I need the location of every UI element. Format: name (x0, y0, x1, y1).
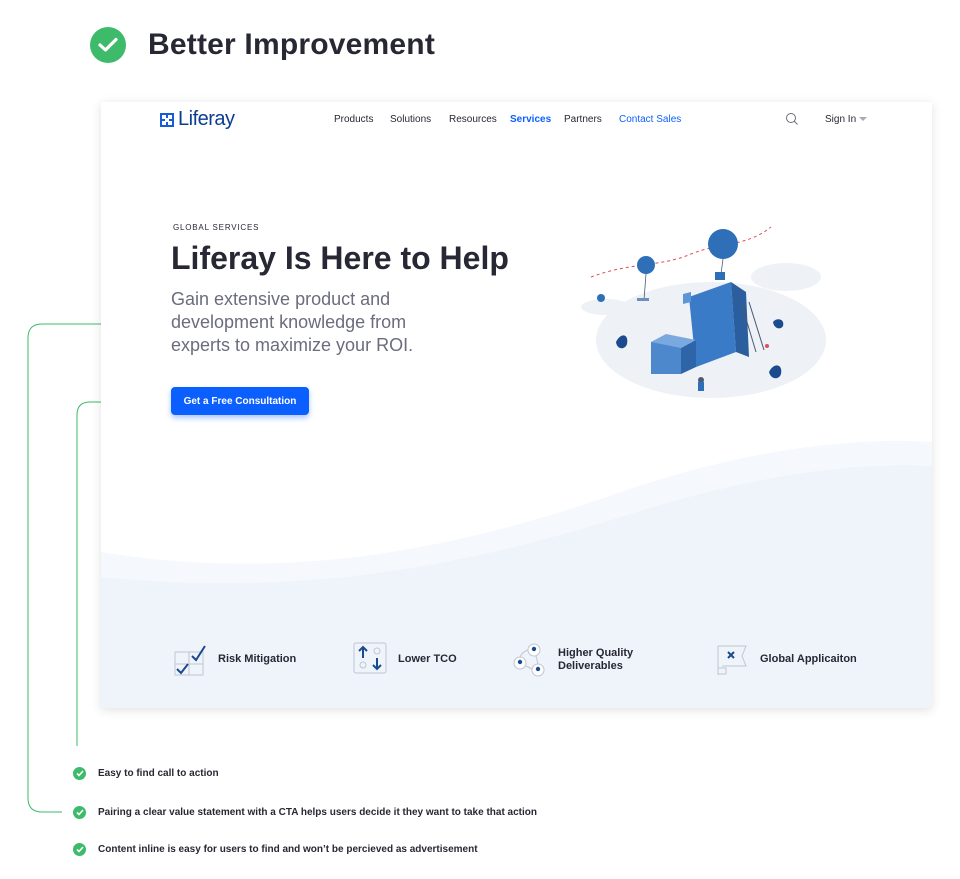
nav-products[interactable]: Products (334, 114, 373, 125)
search-icon[interactable] (785, 112, 799, 126)
nav-contact-sales[interactable]: Contact Sales (619, 114, 681, 125)
check-circle-icon (73, 767, 86, 780)
nav-partners[interactable]: Partners (564, 114, 602, 125)
feature-risk-mitigation: Risk Mitigation (174, 642, 296, 676)
feature-lower-tco: Lower TCO (353, 642, 457, 676)
sign-in-menu[interactable]: Sign In (825, 114, 868, 125)
feature-higher-quality: Higher Quality Deliverables (511, 642, 648, 678)
free-consultation-button[interactable]: Get a Free Consultation (171, 387, 309, 415)
top-nav: Liferay Products Solutions Resources Ser… (101, 102, 932, 138)
website-screenshot: Liferay Products Solutions Resources Ser… (101, 102, 932, 708)
note-item: Easy to find call to action (73, 767, 219, 780)
people-network-icon (513, 643, 545, 677)
nav-resources[interactable]: Resources (449, 114, 497, 125)
arrows-icon (353, 642, 387, 674)
feature-global-application: Global Applicaiton (714, 642, 857, 676)
note-text: Easy to find call to action (98, 768, 219, 779)
feature-label: Global Applicaiton (760, 652, 857, 665)
note-item: Pairing a clear value statement with a C… (73, 806, 537, 819)
feature-label: Lower TCO (398, 652, 457, 665)
note-text: Pairing a clear value statement with a C… (98, 807, 538, 818)
liferay-logo[interactable]: Liferay (160, 108, 235, 131)
note-item: Content inline is easy for users to find… (73, 843, 478, 856)
chevron-down-icon (859, 117, 868, 122)
nav-solutions[interactable]: Solutions (390, 114, 431, 125)
flag-icon (717, 645, 747, 675)
liferay-logo-icon (160, 112, 174, 127)
logo-text: Liferay (178, 108, 235, 130)
feature-label: Higher Quality Deliverables (558, 647, 634, 672)
services-illustration (581, 226, 826, 398)
hero-subtitle: Gain extensive product and development k… (171, 289, 414, 355)
hero-eyebrow: GLOBAL SERVICES (173, 223, 260, 232)
check-circle-icon (73, 843, 86, 856)
sign-in-label: Sign In (825, 114, 857, 125)
checklist-icon (174, 645, 206, 676)
feature-label: Risk Mitigation (218, 652, 297, 665)
check-circle-icon (73, 806, 86, 819)
hero-title: Liferay Is Here to Help (171, 240, 509, 276)
nav-services[interactable]: Services (510, 114, 551, 125)
note-text: Content inline is easy for users to find… (98, 844, 478, 855)
